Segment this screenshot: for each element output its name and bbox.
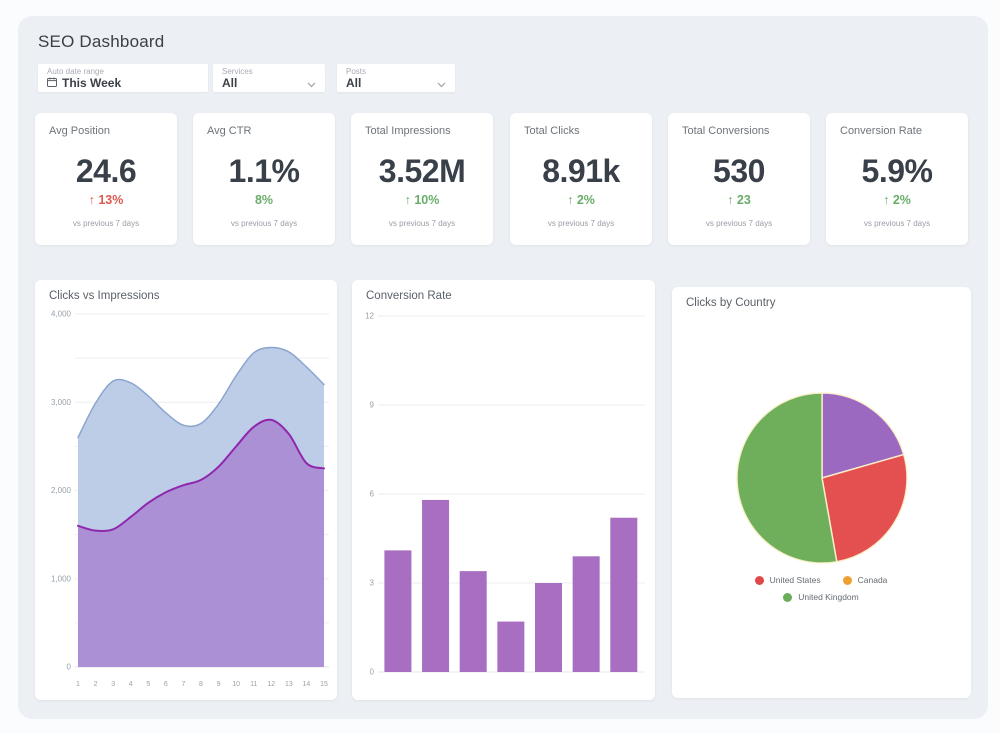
kpi-value: 530 xyxy=(668,153,810,190)
legend-item-canada: Canada xyxy=(843,575,888,585)
pie-legend: United States Canada United Kingdom xyxy=(706,575,936,602)
svg-text:0: 0 xyxy=(67,663,72,672)
chevron-down-icon xyxy=(307,75,316,93)
calendar-icon xyxy=(47,76,57,90)
kpi-value: 8.91k xyxy=(510,153,652,190)
svg-text:0: 0 xyxy=(370,668,375,677)
kpi-value: 5.9% xyxy=(826,153,968,190)
svg-text:10: 10 xyxy=(232,681,240,688)
svg-text:2: 2 xyxy=(94,681,98,688)
svg-text:11: 11 xyxy=(250,681,257,688)
services-filter-label: Services xyxy=(222,67,316,76)
bar-chart: 0 3 6 9 12 xyxy=(352,280,655,700)
kpi-change: ↑ 13% xyxy=(35,193,177,207)
svg-text:4: 4 xyxy=(129,681,133,688)
legend-dot-icon xyxy=(843,576,852,585)
pie-chart xyxy=(672,287,971,698)
svg-text:3: 3 xyxy=(370,579,375,588)
svg-text:1,000: 1,000 xyxy=(51,574,72,583)
svg-text:7: 7 xyxy=(181,681,185,688)
kpi-card-total-impressions: Total Impressions 3.52M ↑ 10% vs previou… xyxy=(351,113,493,245)
kpi-card-total-conversions: Total Conversions 530 ↑ 23 vs previous 7… xyxy=(668,113,810,245)
kpi-label: Avg Position xyxy=(49,125,110,137)
svg-text:8: 8 xyxy=(199,681,203,688)
kpi-label: Total Impressions xyxy=(365,125,451,137)
svg-text:1: 1 xyxy=(76,681,80,688)
svg-text:4,000: 4,000 xyxy=(51,310,72,319)
legend-item-united-states: United States xyxy=(755,575,821,585)
svg-text:6: 6 xyxy=(164,681,168,688)
kpi-footnote: vs previous 7 days xyxy=(35,219,177,228)
kpi-value: 24.6 xyxy=(35,153,177,190)
date-range-filter-value: This Week xyxy=(62,76,121,90)
date-range-filter-label: Auto date range xyxy=(47,67,199,76)
date-range-filter[interactable]: Auto date range This Week xyxy=(38,64,208,92)
svg-text:3,000: 3,000 xyxy=(51,398,72,407)
legend-label: Canada xyxy=(858,575,888,585)
svg-text:12: 12 xyxy=(365,312,374,321)
kpi-card-avg-ctr: Avg CTR 1.1% 8% vs previous 7 days xyxy=(193,113,335,245)
kpi-card-total-clicks: Total Clicks 8.91k ↑ 2% vs previous 7 da… xyxy=(510,113,652,245)
kpi-change: 8% xyxy=(193,193,335,207)
clicks-by-country-chart-card: Clicks by Country United States Canada U… xyxy=(672,287,971,698)
kpi-label: Conversion Rate xyxy=(840,125,922,137)
posts-filter-label: Posts xyxy=(346,67,446,76)
kpi-change: ↑ 23 xyxy=(668,193,810,207)
legend-label: United Kingdom xyxy=(798,592,858,602)
svg-text:9: 9 xyxy=(217,681,221,688)
kpi-card-conversion-rate: Conversion Rate 5.9% ↑ 2% vs previous 7 … xyxy=(826,113,968,245)
kpi-label: Total Conversions xyxy=(682,125,769,137)
svg-text:5: 5 xyxy=(146,681,150,688)
area-chart: 01,0002,0003,0004,0001234567891011121314… xyxy=(35,280,337,700)
services-filter-value: All xyxy=(222,76,237,90)
svg-text:9: 9 xyxy=(370,401,375,410)
svg-text:14: 14 xyxy=(303,681,311,688)
legend-item-united-kingdom: United Kingdom xyxy=(783,592,858,602)
kpi-value: 1.1% xyxy=(193,153,335,190)
svg-text:12: 12 xyxy=(267,681,275,688)
kpi-value: 3.52M xyxy=(351,153,493,190)
dashboard-container: SEO Dashboard Auto date range This Week … xyxy=(18,16,988,719)
kpi-footnote: vs previous 7 days xyxy=(510,219,652,228)
kpi-change: ↑ 2% xyxy=(510,193,652,207)
legend-label: United States xyxy=(770,575,821,585)
services-filter[interactable]: Services All xyxy=(213,64,325,92)
chevron-down-icon xyxy=(437,75,446,93)
kpi-label: Total Clicks xyxy=(524,125,580,137)
kpi-footnote: vs previous 7 days xyxy=(826,219,968,228)
kpi-label: Avg CTR xyxy=(207,125,251,137)
legend-dot-icon xyxy=(755,576,764,585)
kpi-card-avg-position: Avg Position 24.6 ↑ 13% vs previous 7 da… xyxy=(35,113,177,245)
kpi-change: ↑ 10% xyxy=(351,193,493,207)
page-title: SEO Dashboard xyxy=(38,32,164,52)
kpi-footnote: vs previous 7 days xyxy=(193,219,335,228)
svg-text:6: 6 xyxy=(370,490,375,499)
svg-text:3: 3 xyxy=(111,681,115,688)
kpi-change: ↑ 2% xyxy=(826,193,968,207)
svg-text:13: 13 xyxy=(285,681,293,688)
conversion-rate-chart-card: Conversion Rate 036912 xyxy=(352,280,655,700)
svg-text:2,000: 2,000 xyxy=(51,486,72,495)
svg-text:15: 15 xyxy=(320,681,328,688)
posts-filter[interactable]: Posts All xyxy=(337,64,455,92)
posts-filter-value: All xyxy=(346,76,361,90)
kpi-footnote: vs previous 7 days xyxy=(668,219,810,228)
legend-dot-icon xyxy=(783,593,792,602)
clicks-vs-impressions-chart-card: Clicks vs Impressions 01,0002,0003,0004,… xyxy=(35,280,337,700)
kpi-footnote: vs previous 7 days xyxy=(351,219,493,228)
